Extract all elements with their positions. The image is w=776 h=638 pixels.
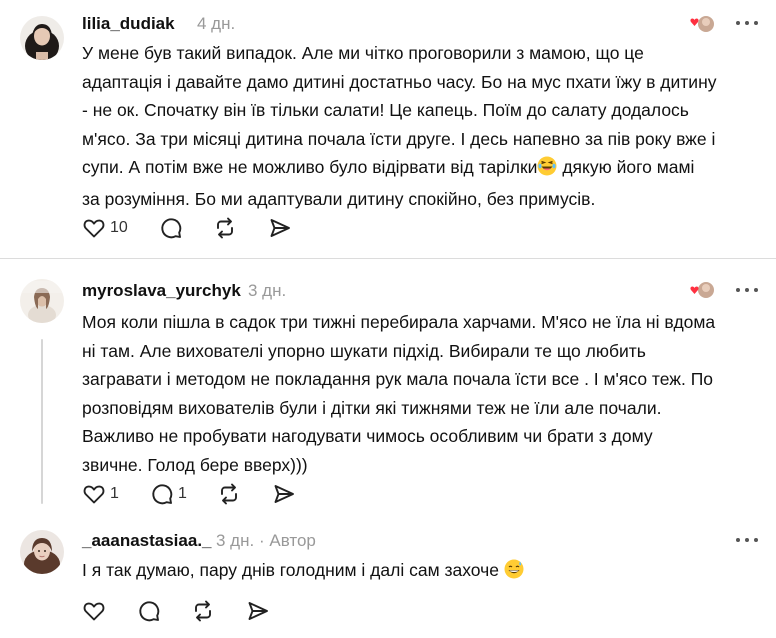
reply-button[interactable] [159,215,183,241]
repost-button[interactable] [217,481,241,507]
like-count: 10 [110,219,128,236]
timestamp: 4 дн. [197,14,236,33]
repost-button[interactable] [213,215,237,241]
repost-icon [195,600,211,622]
heart-outline-icon [83,219,105,238]
comment-1: lilia_dudiak 4 дн. У мене був такий випа… [0,0,776,258]
repost-icon [221,483,237,505]
heart-outline-icon [83,602,105,621]
repost-icon [217,217,233,239]
send-icon [274,485,294,503]
like-count: 1 [110,485,119,502]
send-icon [270,219,290,237]
thread-line [41,339,43,504]
more-dots-icon[interactable] [736,285,760,295]
separator: · [258,531,265,550]
timestamp: 3 дн. · Автор [216,531,316,550]
comment-text: І я так думаю, пару днів голодним і далі… [82,556,762,588]
comment-3: _aaanastasiaa._ 3 дн. · Автор І я так ду… [0,511,776,638]
avatar[interactable] [20,16,64,60]
speech-bubble-icon [152,484,173,505]
laughing-face-icon [537,156,557,185]
speech-bubble-icon [139,601,160,622]
repost-button[interactable] [191,598,215,624]
reply-button[interactable]: 1 [150,481,187,507]
avatar[interactable] [20,279,64,323]
speech-bubble-icon [161,218,182,239]
share-button[interactable] [272,481,296,507]
comment-2: myroslava_yurchyk 3 дн. Моя коли пішла в… [0,259,776,511]
like-button[interactable] [82,598,106,624]
grinning-sweat-face-icon [504,559,524,588]
reply-button[interactable] [137,598,161,624]
red-heart-with-avatar-icon [688,280,714,298]
author-label: Автор [269,531,316,550]
reply-count: 1 [178,485,187,502]
avatar[interactable] [20,530,64,574]
like-button[interactable]: 1 [82,481,119,507]
send-icon [248,602,268,620]
share-button[interactable] [268,215,292,241]
comment-text: У мене був такий випадок. Але ми чітко п… [82,43,717,209]
username[interactable]: lilia_dudiak [82,14,175,34]
share-button[interactable] [246,598,270,624]
more-dots-icon[interactable] [736,535,760,545]
like-button[interactable]: 10 [82,215,128,241]
username[interactable]: myroslava_yurchyk [82,281,241,301]
red-heart-with-avatar-icon [688,14,714,32]
timestamp: 3 дн. [248,281,287,300]
more-dots-icon[interactable] [736,18,760,28]
heart-outline-icon [83,485,105,504]
username[interactable]: _aaanastasiaa._ [82,531,212,551]
comment-text: Моя коли пішла в садок три тижні перебир… [82,312,716,475]
